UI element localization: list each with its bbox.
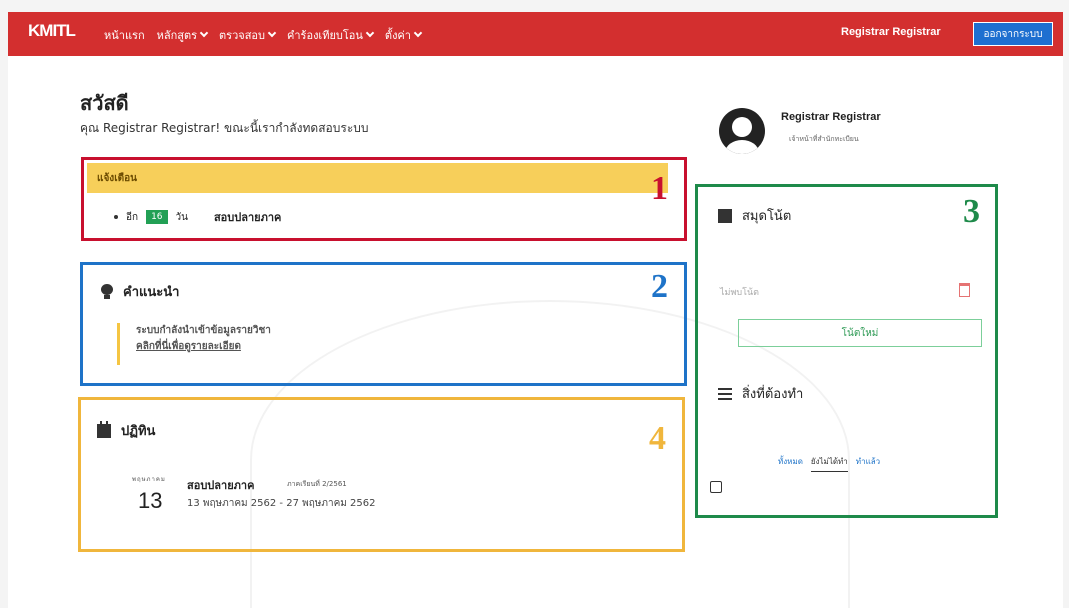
bullet-icon — [114, 215, 118, 219]
alert-prefix: อีก — [126, 211, 139, 223]
calendar-panel: ปฏิทิน พฤษภาคม 13 สอบปลายภาค ภาคเรียนที่… — [78, 397, 685, 552]
annotation-number-1: 1 — [651, 170, 668, 207]
nav-item-label: ตั้งค่า — [384, 29, 411, 42]
calendar-header: ปฏิทิน — [97, 420, 155, 441]
alert-header: แจ้งเตือน — [87, 163, 668, 193]
notebook-title: สมุดโน้ต — [742, 209, 792, 224]
alert-item: อีก 16 วัน สอบปลายภาค — [114, 208, 281, 226]
chevron-down-icon — [267, 28, 277, 38]
nav-item-label: ตรวจสอบ — [219, 29, 266, 42]
calendar-month: พฤษภาคม — [132, 476, 166, 483]
advice-title: คำแนะนำ — [123, 285, 180, 300]
logout-button[interactable]: ออกจากระบบ — [973, 22, 1053, 46]
nav-item-curriculum[interactable]: หลักสูตร — [156, 26, 209, 44]
lightbulb-icon — [101, 284, 113, 299]
checklist-icon — [718, 387, 732, 401]
advice-panel: คำแนะนำ ระบบกำลังนำเข้าข้อมูลรายวิชา คลิ… — [80, 262, 687, 386]
advice-tip: ระบบกำลังนำเข้าข้อมูลรายวิชา คลิกที่นี่เ… — [117, 323, 271, 365]
calendar-event-term: ภาคเรียนที่ 2/2561 — [287, 480, 347, 488]
alert-title: แจ้งเตือน — [97, 173, 137, 184]
nav-item-transfer-request[interactable]: คำร้องเทียบโอน — [287, 26, 375, 44]
todo-filter-pending[interactable]: ยังไม่ได้ทำ — [810, 455, 848, 472]
top-navbar: KMITL หน้าแรก หลักสูตร ตรวจสอบ คำร้องเที… — [8, 12, 1063, 56]
profile-name: Registrar Registrar — [781, 111, 881, 123]
profile-role: เจ้าหน้าที่สำนักทะเบียน — [789, 135, 859, 143]
todo-header: สิ่งที่ต้องทำ — [718, 383, 803, 404]
notebook-header: สมุดโน้ต — [718, 205, 791, 226]
trash-icon[interactable] — [959, 283, 970, 297]
advice-header: คำแนะนำ — [101, 281, 179, 302]
avatar[interactable] — [719, 108, 765, 154]
notes-empty-state: ไม่พบโน้ต — [720, 288, 759, 298]
calendar-icon — [97, 420, 111, 438]
alert-panel: แจ้งเตือน อีก 16 วัน สอบปลายภาค — [81, 157, 687, 241]
nav-menu: หน้าแรก หลักสูตร ตรวจสอบ คำร้องเทียบโอน … — [104, 26, 423, 44]
todo-filter-done[interactable]: ทำแล้ว — [856, 455, 880, 472]
annotation-number-3: 3 — [963, 193, 980, 230]
chevron-down-icon — [413, 28, 423, 38]
nav-item-check[interactable]: ตรวจสอบ — [219, 26, 277, 44]
page-title: สวัสดี — [80, 91, 129, 115]
notebook-panel: สมุดโน้ต ไม่พบโน้ต โน้ตใหม่ สิ่งที่ต้องท… — [695, 184, 998, 518]
todo-title: สิ่งที่ต้องทำ — [742, 387, 804, 402]
nav-item-settings[interactable]: ตั้งค่า — [384, 26, 423, 44]
nav-item-label: หน้าแรก — [104, 29, 145, 42]
todo-filter-all[interactable]: ทั้งหมด — [778, 455, 803, 472]
calendar-event-dates: 13 พฤษภาคม 2562 - 27 พฤษภาคม 2562 — [187, 498, 376, 509]
calendar-day: 13 — [138, 488, 163, 513]
brand-logo[interactable]: KMITL — [28, 21, 76, 41]
new-note-button[interactable]: โน้ตใหม่ — [738, 319, 982, 347]
annotation-number-4: 4 — [649, 420, 666, 457]
nav-item-home[interactable]: หน้าแรก — [104, 26, 145, 44]
chevron-down-icon — [199, 28, 209, 38]
todo-filters: ทั้งหมด ยังไม่ได้ทำ ทำแล้ว — [778, 455, 880, 472]
advice-text: ระบบกำลังนำเข้าข้อมูลรายวิชา — [136, 325, 271, 336]
alert-event: สอบปลายภาค — [213, 211, 282, 224]
nav-item-label: คำร้องเทียบโอน — [287, 29, 363, 42]
calendar-title: ปฏิทิน — [121, 424, 156, 439]
nav-user-name[interactable]: Registrar Registrar — [841, 26, 941, 38]
alert-unit: วัน — [175, 211, 188, 223]
greeting-subtitle: คุณ Registrar Registrar! ขณะนี้เรากำลังท… — [80, 121, 369, 135]
chevron-down-icon — [365, 28, 375, 38]
annotation-number-2: 2 — [651, 268, 668, 305]
note-icon — [718, 208, 732, 223]
advice-details-link[interactable]: คลิกที่นี่เพื่อดูรายละเอียด — [136, 339, 271, 355]
todo-checkbox[interactable] — [710, 481, 722, 493]
calendar-event-title[interactable]: สอบปลายภาค — [187, 476, 254, 494]
days-badge: 16 — [146, 210, 168, 224]
nav-item-label: หลักสูตร — [156, 29, 198, 42]
